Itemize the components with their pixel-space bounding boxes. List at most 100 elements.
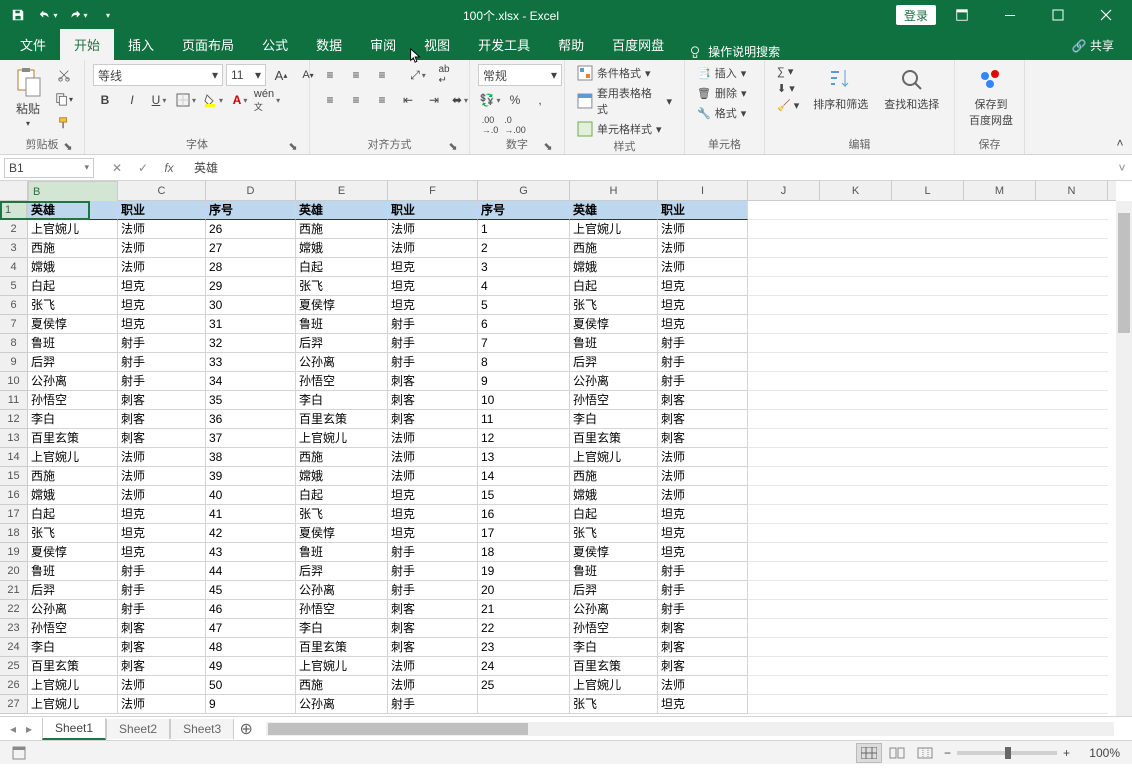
cell[interactable]: 张飞	[296, 505, 388, 524]
fill-color-button[interactable]	[201, 89, 225, 111]
align-middle-icon[interactable]: ≡	[344, 64, 368, 86]
cell[interactable]: 射手	[388, 543, 478, 562]
cell[interactable]	[820, 448, 892, 467]
cell[interactable]	[964, 562, 1036, 581]
cell[interactable]: 射手	[388, 353, 478, 372]
sheet-tab-3[interactable]: Sheet3	[170, 719, 234, 739]
cell[interactable]: 鲁班	[570, 562, 658, 581]
cell[interactable]: 28	[206, 258, 296, 277]
close-button[interactable]	[1084, 0, 1128, 30]
cell[interactable]	[748, 638, 820, 657]
insert-cells-button[interactable]: 📑 插入 ▾	[693, 64, 751, 82]
cell[interactable]: 坦克	[658, 296, 748, 315]
minimize-button[interactable]	[988, 0, 1032, 30]
cell[interactable]: 46	[206, 600, 296, 619]
cell[interactable]: 嫦娥	[570, 258, 658, 277]
cell[interactable]: 李白	[296, 619, 388, 638]
login-button[interactable]: 登录	[896, 5, 936, 25]
ribbon-options-icon[interactable]	[940, 0, 984, 30]
cell[interactable]	[820, 600, 892, 619]
undo-icon[interactable]: ▾	[36, 3, 60, 27]
cell[interactable]	[1036, 201, 1108, 220]
cell[interactable]	[964, 581, 1036, 600]
cell[interactable]	[892, 353, 964, 372]
cell[interactable]	[964, 334, 1036, 353]
save-baidu-button[interactable]: 保存到 百度网盘	[963, 64, 1019, 130]
cell[interactable]: 射手	[658, 353, 748, 372]
cell[interactable]: 百里玄策	[28, 429, 118, 448]
cell[interactable]: 百里玄策	[296, 410, 388, 429]
cell[interactable]: 白起	[296, 486, 388, 505]
cell[interactable]	[892, 619, 964, 638]
cell[interactable]: 法师	[118, 258, 206, 277]
cell[interactable]: 上官婉儿	[296, 429, 388, 448]
cell[interactable]	[964, 201, 1036, 220]
cell[interactable]: 孙悟空	[28, 391, 118, 410]
tab-help[interactable]: 帮助	[544, 29, 598, 60]
phonetic-button[interactable]: wén文	[255, 89, 279, 111]
tab-developer[interactable]: 开发工具	[464, 29, 544, 60]
sheet-tab-2[interactable]: Sheet2	[106, 719, 170, 739]
cell[interactable]: 法师	[388, 429, 478, 448]
increase-font-icon[interactable]: A▴	[269, 64, 293, 86]
fill-button[interactable]: ⬇ ▾	[773, 81, 803, 96]
cell[interactable]: 张飞	[28, 524, 118, 543]
cell[interactable]	[748, 277, 820, 296]
cell[interactable]	[964, 315, 1036, 334]
tab-view[interactable]: 视图	[410, 29, 464, 60]
cell[interactable]: 22	[478, 619, 570, 638]
cell[interactable]: 射手	[658, 372, 748, 391]
cell[interactable]	[1036, 372, 1108, 391]
cell[interactable]	[820, 239, 892, 258]
row-header[interactable]: 26	[0, 676, 27, 695]
cell[interactable]	[820, 581, 892, 600]
cell[interactable]: 刺客	[388, 638, 478, 657]
cell[interactable]	[820, 391, 892, 410]
cell[interactable]: 39	[206, 467, 296, 486]
cell[interactable]: 夏侯惇	[296, 296, 388, 315]
save-icon[interactable]	[6, 3, 30, 27]
row-header[interactable]: 16	[0, 486, 27, 505]
cell[interactable]: 公孙离	[570, 600, 658, 619]
cell[interactable]	[1036, 619, 1108, 638]
cell[interactable]	[964, 505, 1036, 524]
align-center-icon[interactable]: ≡	[344, 89, 368, 111]
merge-center-icon[interactable]: ⬌	[448, 89, 472, 111]
cell[interactable]: 坦克	[658, 315, 748, 334]
cell[interactable]: 刺客	[388, 391, 478, 410]
cell[interactable]: 法师	[118, 448, 206, 467]
vertical-scrollbar[interactable]	[1116, 201, 1132, 716]
sheet-tab-1[interactable]: Sheet1	[42, 718, 106, 740]
cell[interactable]: 坦克	[388, 258, 478, 277]
cell[interactable]	[748, 372, 820, 391]
row-header[interactable]: 17	[0, 505, 27, 524]
cell[interactable]	[820, 524, 892, 543]
cell[interactable]	[820, 467, 892, 486]
col-header-J[interactable]: J	[748, 181, 820, 200]
page-layout-view-icon[interactable]	[884, 743, 910, 763]
sort-filter-button[interactable]: 排序和筛选	[807, 64, 874, 114]
cell[interactable]: 英雄	[570, 201, 658, 220]
cell[interactable]	[748, 391, 820, 410]
cell[interactable]: 法师	[388, 467, 478, 486]
cell[interactable]: 夏侯惇	[570, 315, 658, 334]
cell[interactable]: 后羿	[28, 353, 118, 372]
cell[interactable]: 夏侯惇	[28, 315, 118, 334]
cell[interactable]	[964, 391, 1036, 410]
cell[interactable]	[892, 429, 964, 448]
cell[interactable]	[964, 467, 1036, 486]
cell[interactable]: 射手	[658, 600, 748, 619]
cell[interactable]: 白起	[28, 277, 118, 296]
cell[interactable]	[964, 258, 1036, 277]
cell[interactable]: 后羿	[296, 562, 388, 581]
paste-button[interactable]: 粘贴▾	[8, 64, 48, 130]
cell[interactable]	[1036, 524, 1108, 543]
cell[interactable]: 序号	[478, 201, 570, 220]
cell[interactable]	[892, 334, 964, 353]
cell[interactable]: 法师	[118, 486, 206, 505]
cell[interactable]: 法师	[658, 486, 748, 505]
cell[interactable]: 24	[478, 657, 570, 676]
percent-format-icon[interactable]: %	[503, 89, 527, 111]
col-header-C[interactable]: C	[118, 181, 206, 200]
row-header[interactable]: 13	[0, 429, 27, 448]
